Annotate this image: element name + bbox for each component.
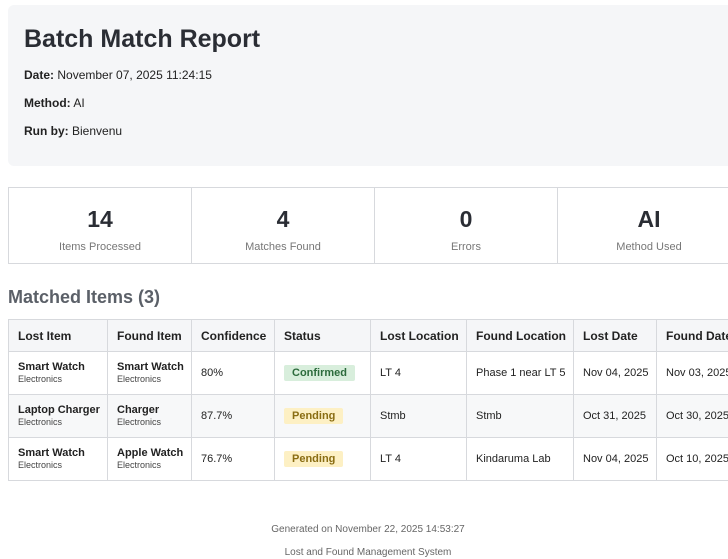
found-location-cell: Phase 1 near LT 5: [466, 351, 574, 395]
lost-date-cell: Oct 31, 2025: [573, 394, 657, 438]
column-header: Status: [274, 319, 371, 352]
date-label: Date:: [24, 68, 55, 82]
column-header: Found Item: [107, 319, 192, 352]
table-row: Laptop Charger Electronics Charger Elect…: [8, 394, 728, 438]
column-header: Lost Location: [370, 319, 467, 352]
stat-errors: 0 Errors: [375, 188, 558, 263]
lost-item-cell: Smart Watch Electronics: [8, 437, 108, 481]
item-name: Charger: [117, 404, 160, 416]
footer-system-name: Lost and Found Management System: [284, 547, 452, 558]
report-method: Method: AI: [24, 96, 85, 110]
report-date: Date: November 07, 2025 11:24:15: [24, 68, 212, 82]
method-value: AI: [73, 96, 85, 110]
stat-value: AI: [637, 206, 661, 232]
column-header: Found Location: [466, 319, 574, 352]
item-category: Electronics: [117, 374, 162, 384]
column-header: Lost Date: [573, 319, 657, 352]
found-location-cell: Stmb: [466, 394, 574, 438]
item-name: Smart Watch: [117, 361, 184, 373]
item-category: Electronics: [117, 417, 162, 427]
runby-value: Bienvenu: [72, 124, 123, 138]
stat-label: Matches Found: [245, 241, 321, 253]
footer-generated-text: Generated on November 22, 2025 14:53:27: [271, 524, 465, 535]
found-item-cell: Apple Watch Electronics: [107, 437, 192, 481]
stat-value: 4: [276, 206, 290, 232]
lost-location-cell: LT 4: [370, 437, 467, 481]
column-header: Lost Item: [8, 319, 108, 352]
lost-item-cell: Smart Watch Electronics: [8, 351, 108, 395]
lost-location-cell: LT 4: [370, 351, 467, 395]
item-category: Electronics: [117, 460, 162, 470]
found-date-cell: Oct 30, 2025: [656, 394, 728, 438]
summary-stats: 14 Items Processed 4 Matches Found 0 Err…: [8, 187, 728, 264]
stat-value: 14: [87, 206, 113, 232]
stat-value: 0: [459, 206, 473, 232]
column-header: Confidence: [191, 319, 275, 352]
confidence-cell: 80%: [191, 351, 275, 395]
found-date-cell: Nov 03, 2025: [656, 351, 728, 395]
matched-items-table: Lost Item Found Item Confidence Status L…: [8, 319, 728, 481]
found-item-cell: Smart Watch Electronics: [107, 351, 192, 395]
date-value: November 07, 2025 11:24:15: [57, 68, 212, 82]
stat-method-used: AI Method Used: [558, 188, 728, 263]
item-name: Laptop Charger: [18, 404, 100, 416]
method-label: Method:: [24, 96, 71, 110]
status-cell: Pending: [274, 394, 371, 438]
found-location-cell: Kindaruma Lab: [466, 437, 574, 481]
status-cell: Pending: [274, 437, 371, 481]
lost-date-cell: Nov 04, 2025: [573, 437, 657, 481]
confidence-cell: 76.7%: [191, 437, 275, 481]
status-cell: Confirmed: [274, 351, 371, 395]
confidence-cell: 87.7%: [191, 394, 275, 438]
column-header: Found Date: [656, 319, 728, 352]
lost-item-cell: Laptop Charger Electronics: [8, 394, 108, 438]
item-category: Electronics: [18, 374, 63, 384]
table-header-row: Lost Item Found Item Confidence Status L…: [8, 319, 728, 352]
stat-label: Errors: [451, 241, 481, 253]
report-page: Batch Match Report Date: November 07, 20…: [0, 0, 728, 559]
status-badge: Pending: [284, 451, 344, 467]
status-badge: Pending: [284, 408, 344, 424]
stat-label: Method Used: [616, 241, 682, 253]
item-category: Electronics: [18, 417, 63, 427]
stat-label: Items Processed: [59, 241, 141, 253]
item-category: Electronics: [18, 460, 63, 470]
table-row: Smart Watch Electronics Apple Watch Elec…: [8, 437, 728, 481]
lost-date-cell: Nov 04, 2025: [573, 351, 657, 395]
status-badge: Confirmed: [284, 365, 355, 381]
report-run-by: Run by: Bienvenu: [24, 124, 122, 138]
found-item-cell: Charger Electronics: [107, 394, 192, 438]
item-name: Smart Watch: [18, 361, 85, 373]
found-date-cell: Oct 10, 2025: [656, 437, 728, 481]
runby-label: Run by:: [24, 124, 69, 138]
matched-items-title: Matched Items (3): [8, 287, 161, 307]
stat-matches-found: 4 Matches Found: [192, 188, 375, 263]
lost-location-cell: Stmb: [370, 394, 467, 438]
stat-items-processed: 14 Items Processed: [9, 188, 192, 263]
item-name: Apple Watch: [117, 447, 184, 459]
report-header: Batch Match Report Date: November 07, 20…: [8, 5, 728, 166]
item-name: Smart Watch: [18, 447, 85, 459]
table-row: Smart Watch Electronics Smart Watch Elec…: [8, 351, 728, 395]
report-title: Batch Match Report: [24, 25, 261, 53]
